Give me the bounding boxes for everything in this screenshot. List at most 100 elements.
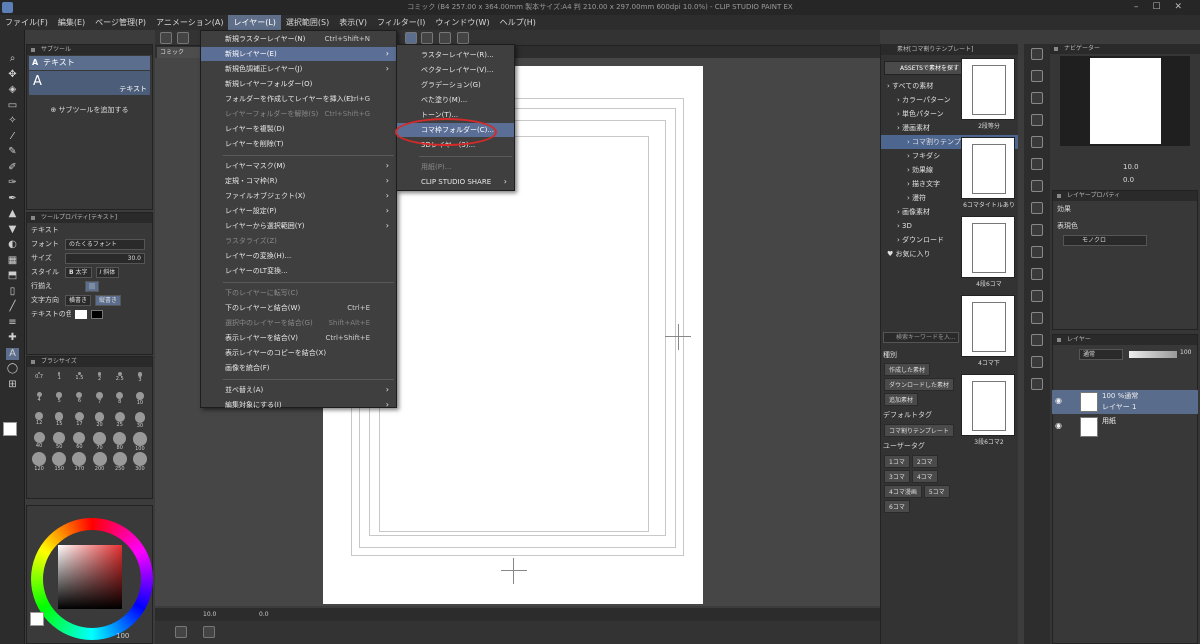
menu-7[interactable]: フィルター(I)	[372, 15, 430, 30]
menu-6[interactable]: 表示(V)	[334, 15, 372, 30]
color-square[interactable]	[58, 545, 122, 609]
menu-1[interactable]: 編集(E)	[53, 15, 90, 30]
frame-icon[interactable]	[203, 626, 215, 638]
layer_menu-item-10[interactable]: 定規・コマ枠(R) ›	[201, 174, 396, 188]
tag-button[interactable]: 作成した素材	[884, 363, 931, 376]
new_layer_submenu-item-2[interactable]: グラデーション(G)	[397, 78, 514, 92]
decoration-icon[interactable]: ▲	[6, 208, 19, 220]
panel-toggle-icon[interactable]	[1031, 224, 1043, 236]
brush-size-27[interactable]: 200	[90, 450, 108, 472]
grid-icon[interactable]	[175, 626, 187, 638]
zoom-value[interactable]: 10.0	[203, 608, 216, 621]
visibility-eye-icon[interactable]: ◉	[1055, 396, 1062, 405]
figure-icon[interactable]: ▯	[6, 286, 19, 298]
brush-size-19[interactable]: 50	[50, 430, 68, 450]
gradient-icon[interactable]: ⬒	[6, 270, 19, 282]
tag-button[interactable]: 6コマ	[884, 500, 910, 513]
material-thumbnail[interactable]	[961, 216, 1015, 278]
panel-toggle-icon[interactable]	[1031, 268, 1043, 280]
fill-icon[interactable]: ▦	[6, 255, 19, 267]
align-button[interactable]: |||	[85, 280, 100, 292]
new_layer_submenu-item-0[interactable]: ラスターレイヤー(R)...	[397, 48, 514, 62]
material-thumbnail[interactable]	[961, 137, 1015, 199]
navigator-zoom[interactable]: 10.0	[1123, 163, 1139, 171]
text-color-swatch-dark[interactable]	[91, 309, 103, 319]
layer_menu-item-9[interactable]: レイヤーマスク(M) ›	[201, 159, 396, 173]
brush-size-4[interactable]: 2.5	[111, 370, 129, 388]
zoom-icon[interactable]: ⌕	[6, 53, 19, 65]
tag-button[interactable]: 1コマ	[884, 455, 910, 468]
opacity-slider[interactable]	[1129, 351, 1177, 358]
tag-button[interactable]: ダウンロードした素材	[884, 378, 955, 391]
layer_menu-item-11[interactable]: ファイルオブジェクト(X) ›	[201, 189, 396, 203]
layer-row[interactable]: ◉ 用紙	[1052, 415, 1198, 439]
window-controls[interactable]: –☐✕	[1134, 0, 1196, 15]
ruler-icon[interactable]: ✚	[6, 332, 19, 344]
panel-toggle-icon[interactable]	[1031, 334, 1043, 346]
panel-toggle-icon[interactable]	[1031, 70, 1043, 82]
layer_menu-item-3[interactable]: 新規レイヤーフォルダー(O)	[201, 77, 396, 91]
brush-size-3[interactable]: 2	[90, 370, 108, 388]
pencil-icon[interactable]: ✐	[6, 162, 19, 174]
tag-button[interactable]: 3コマ	[884, 470, 910, 483]
menu-5[interactable]: 選択範囲(S)	[281, 15, 334, 30]
font-select[interactable]: のたくるフォント	[65, 238, 145, 250]
brush-size-11[interactable]: 10	[131, 390, 149, 408]
layer_menu-item-13[interactable]: レイヤーから選択範囲(Y) ›	[201, 219, 396, 233]
layer_menu-item-16[interactable]: レイヤーのLT変換...	[201, 264, 396, 278]
subtool-group-text[interactable]: A テキスト	[29, 56, 150, 70]
share-icon[interactable]	[439, 32, 451, 44]
new-icon[interactable]	[160, 32, 172, 44]
panel-toggle-icon[interactable]	[1031, 356, 1043, 368]
menu-9[interactable]: ヘルプ(H)	[495, 15, 541, 30]
panel-toggle-icon[interactable]	[1031, 180, 1043, 192]
draw-color-swatch[interactable]	[30, 612, 44, 626]
tag-button[interactable]: 4コマ漫画	[884, 485, 922, 498]
panel-toggle-icon[interactable]	[1031, 312, 1043, 324]
brush-size-5[interactable]: 3	[131, 370, 149, 388]
panel-toggle-icon[interactable]	[1031, 290, 1043, 302]
brush-size-20[interactable]: 60	[70, 430, 88, 450]
canvas-tab[interactable]: コミック	[157, 47, 201, 58]
brush-size-13[interactable]: 15	[50, 410, 68, 428]
blend-mode-select[interactable]: 通常	[1079, 349, 1123, 360]
text-color-swatch[interactable]	[75, 309, 87, 319]
brush-size-9[interactable]: 7	[90, 390, 108, 408]
help-icon[interactable]	[457, 32, 469, 44]
add-subtool-button[interactable]: ⊕ サブツールを追加する	[27, 105, 152, 115]
layer_menu-item-12[interactable]: レイヤー設定(P) ›	[201, 204, 396, 218]
brush-size-24[interactable]: 120	[30, 450, 48, 472]
layer-row[interactable]: ◉ 100 %通常 レイヤー 1	[1052, 390, 1198, 414]
panel-toggle-icon[interactable]	[1031, 92, 1043, 104]
new_layer_submenu-item-3[interactable]: べた塗り(M)...	[397, 93, 514, 107]
navigator-angle[interactable]: 0.0	[1123, 176, 1134, 184]
brush-size-15[interactable]: 20	[90, 410, 108, 428]
brush-size-21[interactable]: 70	[90, 430, 108, 451]
menu-8[interactable]: ウィンドウ(W)	[430, 15, 494, 30]
panel-toggle-icon[interactable]	[1031, 48, 1043, 60]
material-thumbnail[interactable]	[961, 374, 1015, 436]
brush-size-22[interactable]: 80	[111, 430, 129, 451]
menu-2[interactable]: ページ管理(P)	[90, 15, 151, 30]
brush-size-8[interactable]: 6	[70, 390, 88, 408]
tag-button[interactable]: 2コマ	[911, 455, 938, 468]
frame-border-icon[interactable]: ≡	[6, 317, 19, 329]
new_layer_submenu-item-1[interactable]: ベクターレイヤー(V)...	[397, 63, 514, 77]
tag-button[interactable]: 5コマ	[923, 485, 950, 498]
panel-toggle-icon[interactable]	[1031, 378, 1043, 390]
layer_menu-item-6[interactable]: レイヤーを複製(D)	[201, 122, 396, 136]
brush-size-14[interactable]: 17	[70, 410, 88, 428]
pen-icon[interactable]: ✎	[6, 146, 19, 158]
opacity-value[interactable]: 100	[1180, 349, 1191, 356]
material-search-input[interactable]: 検索キーワードを入...	[883, 332, 959, 343]
brush-size-25[interactable]: 150	[50, 450, 68, 472]
layer_menu-item-25[interactable]: 並べ替え(A) ›	[201, 383, 396, 397]
visibility-eye-icon[interactable]: ◉	[1055, 421, 1062, 430]
bold-button[interactable]: B 太字	[65, 266, 92, 278]
tag-button[interactable]: 4コマ	[911, 470, 938, 483]
open-icon[interactable]	[177, 32, 189, 44]
panel-toggle-icon[interactable]	[1031, 158, 1043, 170]
tag-button[interactable]: コマ割りテンプレート	[884, 424, 954, 437]
brush-size-10[interactable]: 8	[111, 390, 129, 408]
layer_menu-item-2[interactable]: 新規色調補正レイヤー(J) ›	[201, 62, 396, 76]
